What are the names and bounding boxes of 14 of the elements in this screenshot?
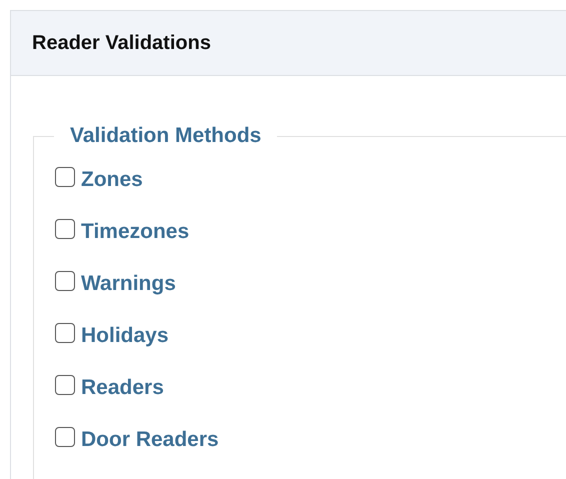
checkbox-label[interactable]: Holidays [81, 324, 169, 348]
group-legend: Validation Methods [54, 124, 278, 148]
checkbox[interactable] [55, 427, 75, 447]
checkbox-label[interactable]: Readers [81, 376, 164, 400]
checkbox-label[interactable]: Timezones [81, 220, 190, 244]
checkbox[interactable] [55, 323, 75, 343]
checkbox-label[interactable]: Warnings [81, 272, 176, 296]
checkbox[interactable] [55, 271, 75, 291]
panel-title: Reader Validations [32, 32, 211, 54]
checkbox[interactable] [55, 375, 75, 395]
checkbox-label[interactable]: Zones [81, 168, 143, 192]
checkbox[interactable] [55, 167, 75, 187]
checkbox-label[interactable]: Door Readers [81, 428, 219, 452]
checkbox[interactable] [55, 219, 75, 239]
